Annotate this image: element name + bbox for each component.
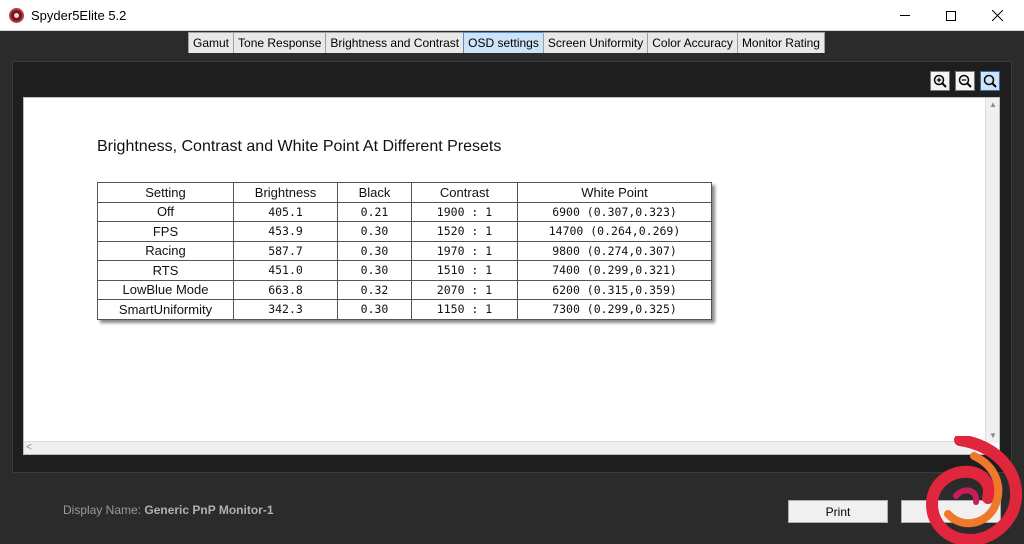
- table-cell: 2070 : 1: [411, 279, 518, 300]
- column-header: Black: [337, 182, 412, 203]
- table-cell: 451.0: [233, 260, 338, 281]
- table-cell: 1970 : 1: [411, 240, 518, 261]
- table-cell: RTS: [97, 260, 234, 281]
- maximize-icon: [946, 10, 956, 21]
- site-logo: [926, 436, 1023, 544]
- table-cell: 587.7: [233, 240, 338, 261]
- table-row: RTS 451.0 0.30 1510 : 1 7400 (0.299,0.321): [97, 260, 712, 281]
- horizontal-scrollbar[interactable]: <: [24, 441, 987, 454]
- table-cell: 0.30: [337, 260, 412, 281]
- zoom-out-button[interactable]: [955, 71, 975, 91]
- table-cell: 1520 : 1: [411, 221, 518, 242]
- report-title: Brightness, Contrast and White Point At …: [97, 138, 502, 155]
- zoom-in-icon: [933, 74, 947, 88]
- zoom-fit-button[interactable]: [980, 71, 1000, 91]
- column-header: Contrast: [411, 182, 518, 203]
- minimize-button[interactable]: [882, 0, 928, 31]
- table-cell: LowBlue Mode: [97, 279, 234, 300]
- table-cell: 6900 (0.307,0.323): [517, 201, 712, 222]
- tab-osd-settings[interactable]: OSD settings: [463, 32, 544, 53]
- table-cell: 6200 (0.315,0.359): [517, 279, 712, 300]
- zoom-out-icon: [958, 74, 972, 88]
- spyder-app-icon: [9, 8, 24, 23]
- table-row: Off 405.1 0.21 1900 : 1 6900 (0.307,0.323): [97, 201, 712, 222]
- close-button[interactable]: [974, 0, 1020, 31]
- table-cell: 14700 (0.264,0.269): [517, 221, 712, 242]
- zoom-in-button[interactable]: [930, 71, 950, 91]
- table-cell: 342.3: [233, 299, 338, 320]
- scroll-up-icon[interactable]: ▲: [986, 98, 1000, 112]
- table-row: Racing 587.7 0.30 1970 : 1 9800 (0.274,0.307…: [97, 240, 712, 261]
- column-header: Brightness: [233, 182, 338, 203]
- display-name-value: Generic PnP Monitor-1: [144, 503, 274, 517]
- table-row: LowBlue Mode 663.8 0.32 2070 : 1 6200 (0.315…: [97, 279, 712, 300]
- table-cell: 7400 (0.299,0.321): [517, 260, 712, 281]
- title-bar: Spyder5Elite 5.2: [0, 0, 1024, 31]
- zoom-fit-icon: [983, 74, 997, 88]
- table-cell: 1900 : 1: [411, 201, 518, 222]
- print-button[interactable]: Print: [788, 500, 888, 523]
- table-row: SmartUniformity 342.3 0.30 1150 : 1 7300 (0.…: [97, 299, 712, 320]
- close-icon: [991, 10, 1003, 21]
- tab-bar: Gamut Tone Response Brightness and Contras…: [188, 32, 825, 54]
- table-cell: 0.30: [337, 240, 412, 261]
- osd-settings-table: Setting Brightness Black Contrast White Poin…: [97, 182, 712, 320]
- table-cell: 663.8: [233, 279, 338, 300]
- table-cell: 1150 : 1: [411, 299, 518, 320]
- table-cell: 0.30: [337, 299, 412, 320]
- table-cell: 405.1: [233, 201, 338, 222]
- report-view[interactable]: Brightness, Contrast and White Point At …: [23, 97, 1000, 455]
- table-cell: Racing: [97, 240, 234, 261]
- column-header: White Point: [517, 182, 712, 203]
- tab-color-accuracy[interactable]: Color Accuracy: [647, 32, 738, 53]
- tab-brightness-and-contrast[interactable]: Brightness and Contrast: [325, 32, 465, 53]
- tab-gamut[interactable]: Gamut: [188, 32, 235, 53]
- table-row: FPS 453.9 0.30 1520 : 1 14700 (0.264,0.269): [97, 221, 712, 242]
- tab-screen-uniformity[interactable]: Screen Uniformity: [542, 32, 649, 53]
- table-body: Off 405.1 0.21 1900 : 1 6900 (0.307,0.323) FP…: [97, 201, 712, 320]
- tab-strip: Gamut Tone Response Brightness and Contras…: [0, 31, 1024, 55]
- table-header-row: Setting Brightness Black Contrast White Poin…: [97, 182, 712, 203]
- table-cell: 0.30: [337, 221, 412, 242]
- vertical-scrollbar[interactable]: ▲ ▼: [985, 98, 999, 443]
- table-cell: SmartUniformity: [97, 299, 234, 320]
- table-cell: FPS: [97, 221, 234, 242]
- column-header: Setting: [97, 182, 234, 203]
- tab-monitor-rating[interactable]: Monitor Rating: [736, 32, 825, 53]
- window-title: Spyder5Elite 5.2: [31, 8, 127, 23]
- maximize-button[interactable]: [928, 0, 974, 31]
- table-cell: 1510 : 1: [411, 260, 518, 281]
- table-cell: Off: [97, 201, 234, 222]
- table-cell: 453.9: [233, 221, 338, 242]
- display-name: Display Name: Generic PnP Monitor-1: [63, 503, 274, 517]
- table-cell: 0.21: [337, 201, 412, 222]
- table-cell: 7300 (0.299,0.325): [517, 299, 712, 320]
- scroll-left-icon[interactable]: <: [26, 442, 32, 454]
- minimize-icon: [900, 15, 910, 16]
- display-name-label: Display Name:: [63, 503, 142, 517]
- table-cell: 0.32: [337, 279, 412, 300]
- table-cell: 9800 (0.274,0.307): [517, 240, 712, 261]
- tab-tone-response[interactable]: Tone Response: [233, 32, 327, 53]
